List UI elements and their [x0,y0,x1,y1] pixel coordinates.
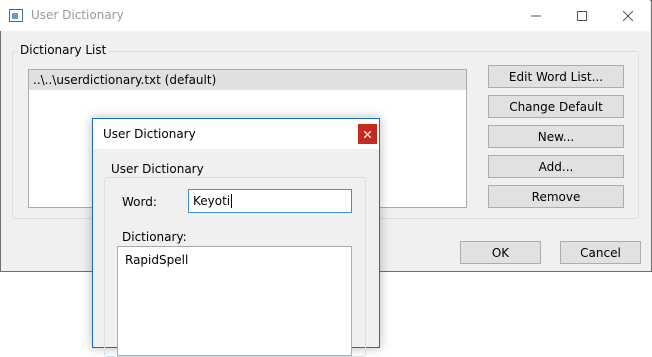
dialog-title: User Dictionary [103,127,196,141]
ok-button[interactable]: OK [460,241,541,264]
user-dictionary-group-label: User Dictionary [109,162,206,176]
word-label: Word: [122,195,157,209]
main-window-title: User Dictionary [31,8,124,22]
minimize-icon [531,15,541,16]
dictionary-window-icon [9,9,23,22]
dialog-close-button[interactable] [358,124,377,144]
maximize-icon [577,10,587,21]
close-icon [364,130,371,138]
dictionary-label: Dictionary: [122,230,187,244]
change-default-button[interactable]: Change Default [488,95,624,118]
maximize-button[interactable] [559,0,605,31]
list-item-label: ..\..\userdictionary.txt (default) [33,73,217,87]
word-input-value: Keyoti [193,194,231,208]
minimize-button[interactable] [513,0,559,31]
close-button[interactable] [605,0,651,31]
word-input[interactable]: Keyoti [188,189,352,213]
add-button[interactable]: Add... [488,155,624,178]
cancel-button[interactable]: Cancel [560,241,641,264]
remove-button[interactable]: Remove [488,185,624,208]
close-icon [623,10,633,21]
dictionary-value: RapidSpell [125,253,189,267]
text-caret [231,194,233,208]
new-button[interactable]: New... [488,125,624,148]
edit-word-list-button[interactable]: Edit Word List... [488,65,624,88]
dictionary-list-label: Dictionary List [18,43,109,57]
